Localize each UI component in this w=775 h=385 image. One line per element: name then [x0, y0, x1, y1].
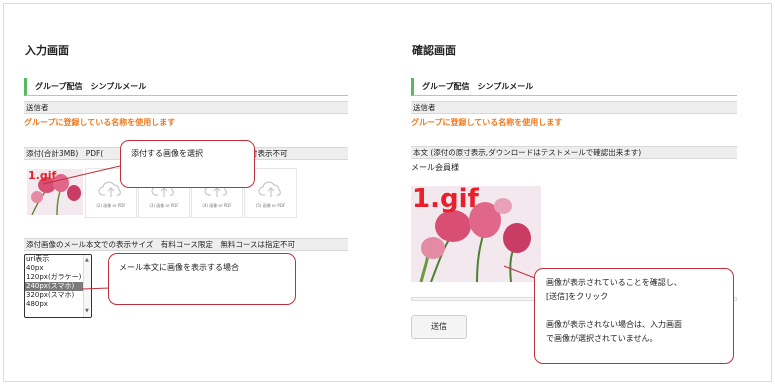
display-size-option[interactable]: 480px [25, 300, 91, 309]
display-size-label: 添付画像のメール本文での表示サイズ 有料コース限定 無料コースは指定不可 [24, 238, 348, 251]
confirm-sender-note: グループに登録している名称を使用します [411, 118, 563, 127]
attachment-label-tail: 付表示不可 [250, 149, 288, 158]
callout-confirm-line: 画像が表示されていることを確認し、 [546, 278, 682, 287]
scroll-up-icon[interactable]: ▲ [85, 256, 89, 265]
scroll-down-icon[interactable]: ▼ [85, 307, 89, 316]
callout-confirm-line: [送信]をクリック [546, 292, 609, 301]
input-sender-note: グループに登録している名称を使用します [24, 118, 176, 127]
input-sender-label: 送信者 [24, 101, 348, 114]
body-text: メール会員様 [411, 163, 459, 172]
confirm-group-title: グループ配信 シンプルメール [411, 78, 737, 96]
callout-select-image: 添付する画像を選択 [120, 140, 255, 188]
body-label: 本文 (添付の原寸表示,ダウンロードはテストメールで確認出来ます) [411, 146, 737, 159]
confirm-screen-heading: 確認画面 [412, 44, 456, 57]
upload-tile-caption: (4) 画像 or PDF [202, 203, 232, 208]
callout-confirm-line: 画像が表示されない場合は、入力画面 [546, 320, 682, 329]
callout-confirm-line [546, 305, 733, 319]
overlay-filename: 1.gif [412, 186, 479, 214]
callout-confirm-line: で画像が選択されていません。 [546, 334, 658, 343]
callout-display-in-body: メール本文に画像を表示する場合 [108, 253, 296, 305]
display-size-option[interactable]: 40px [25, 264, 91, 273]
display-size-option[interactable]: url表示 [25, 255, 91, 264]
input-group-title: グループ配信 シンプルメール [24, 78, 348, 96]
upload-tile-caption: (2) 画像 or PDF [96, 203, 126, 208]
callout-confirm: 画像が表示されていることを確認し、 [送信]をクリック 画像が表示されない場合は… [534, 268, 734, 364]
confirm-sender-label: 送信者 [411, 101, 737, 114]
upload-tile-caption: (3) 画像 or PDF [149, 203, 179, 208]
callout-pointer-select [42, 165, 121, 185]
send-button[interactable]: 送信 [411, 315, 467, 339]
cloud-upload-icon [257, 181, 281, 197]
input-screen-heading: 入力画面 [25, 44, 69, 57]
upload-tile-caption: (5) 画像 or PDF [255, 203, 286, 208]
